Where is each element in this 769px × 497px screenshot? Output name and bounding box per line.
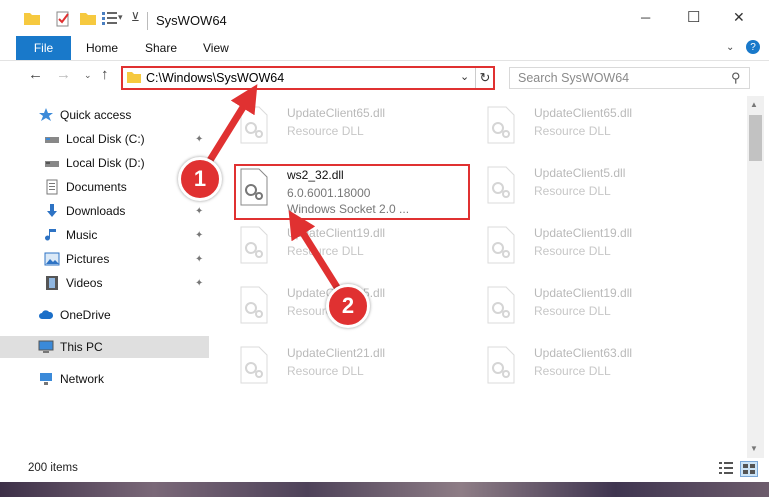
step-2-callout: 2 [326,284,370,328]
annotation-arrows [200,84,344,296]
arrow-to-file [288,210,344,296]
step-1-callout: 1 [178,157,222,201]
